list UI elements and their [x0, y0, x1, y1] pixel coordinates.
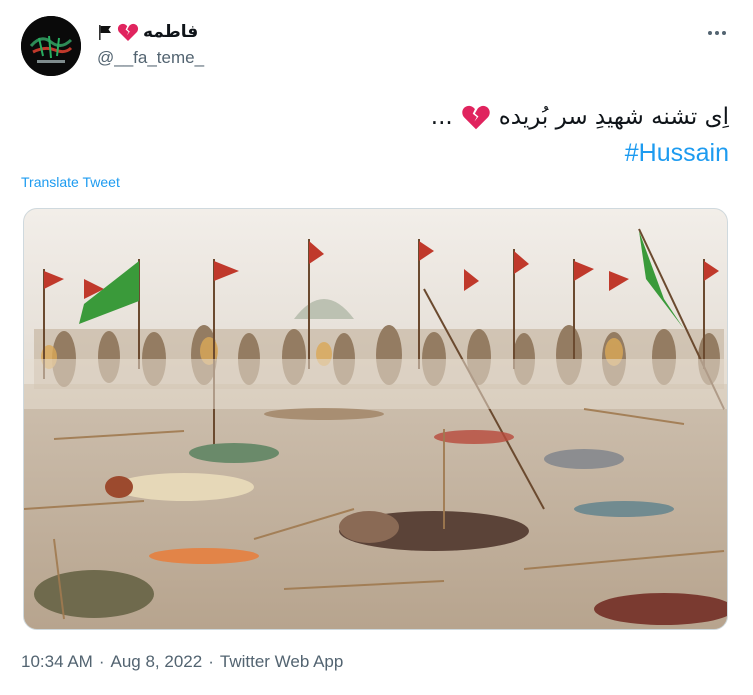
broken-heart-icon [117, 22, 139, 42]
black-flag-icon [97, 24, 113, 40]
hashtag-link[interactable]: #Hussain [169, 136, 729, 170]
more-button[interactable] [702, 26, 732, 40]
author-handle[interactable]: @__fa_teme_ [97, 48, 204, 68]
separator: · [208, 652, 214, 671]
translate-tweet-link[interactable]: Translate Tweet [21, 174, 120, 190]
display-name[interactable]: فاطمه [143, 22, 198, 42]
battle-scene-image [24, 209, 727, 629]
broken-heart-icon [461, 103, 491, 131]
avatar[interactable] [21, 16, 81, 76]
author-name-row[interactable]: فاطمه [97, 20, 198, 44]
tweet-date[interactable]: Aug 8, 2022 [111, 652, 203, 672]
tweet-source[interactable]: Twitter Web App [220, 652, 343, 672]
tweet-ellipsis: ... [430, 104, 453, 130]
tweet-metadata: 10:34 AM · Aug 8, 2022 · Twitter Web App [21, 652, 343, 672]
more-icon [708, 31, 712, 35]
tweet-photo[interactable] [23, 208, 728, 630]
tweet-time[interactable]: 10:34 AM [21, 652, 93, 672]
tweet-text: اِی تشنه شهیدِ سر بُریده ... #Hussain [169, 98, 729, 170]
tweet-text-body: اِی تشنه شهیدِ سر بُریده [498, 104, 729, 130]
tweet-text-line: اِی تشنه شهیدِ سر بُریده ... [431, 98, 729, 136]
separator: · [98, 652, 105, 671]
tweet-card: فاطمه @__fa_teme_ اِی تشنه شهیدِ سر بُری… [0, 0, 753, 695]
